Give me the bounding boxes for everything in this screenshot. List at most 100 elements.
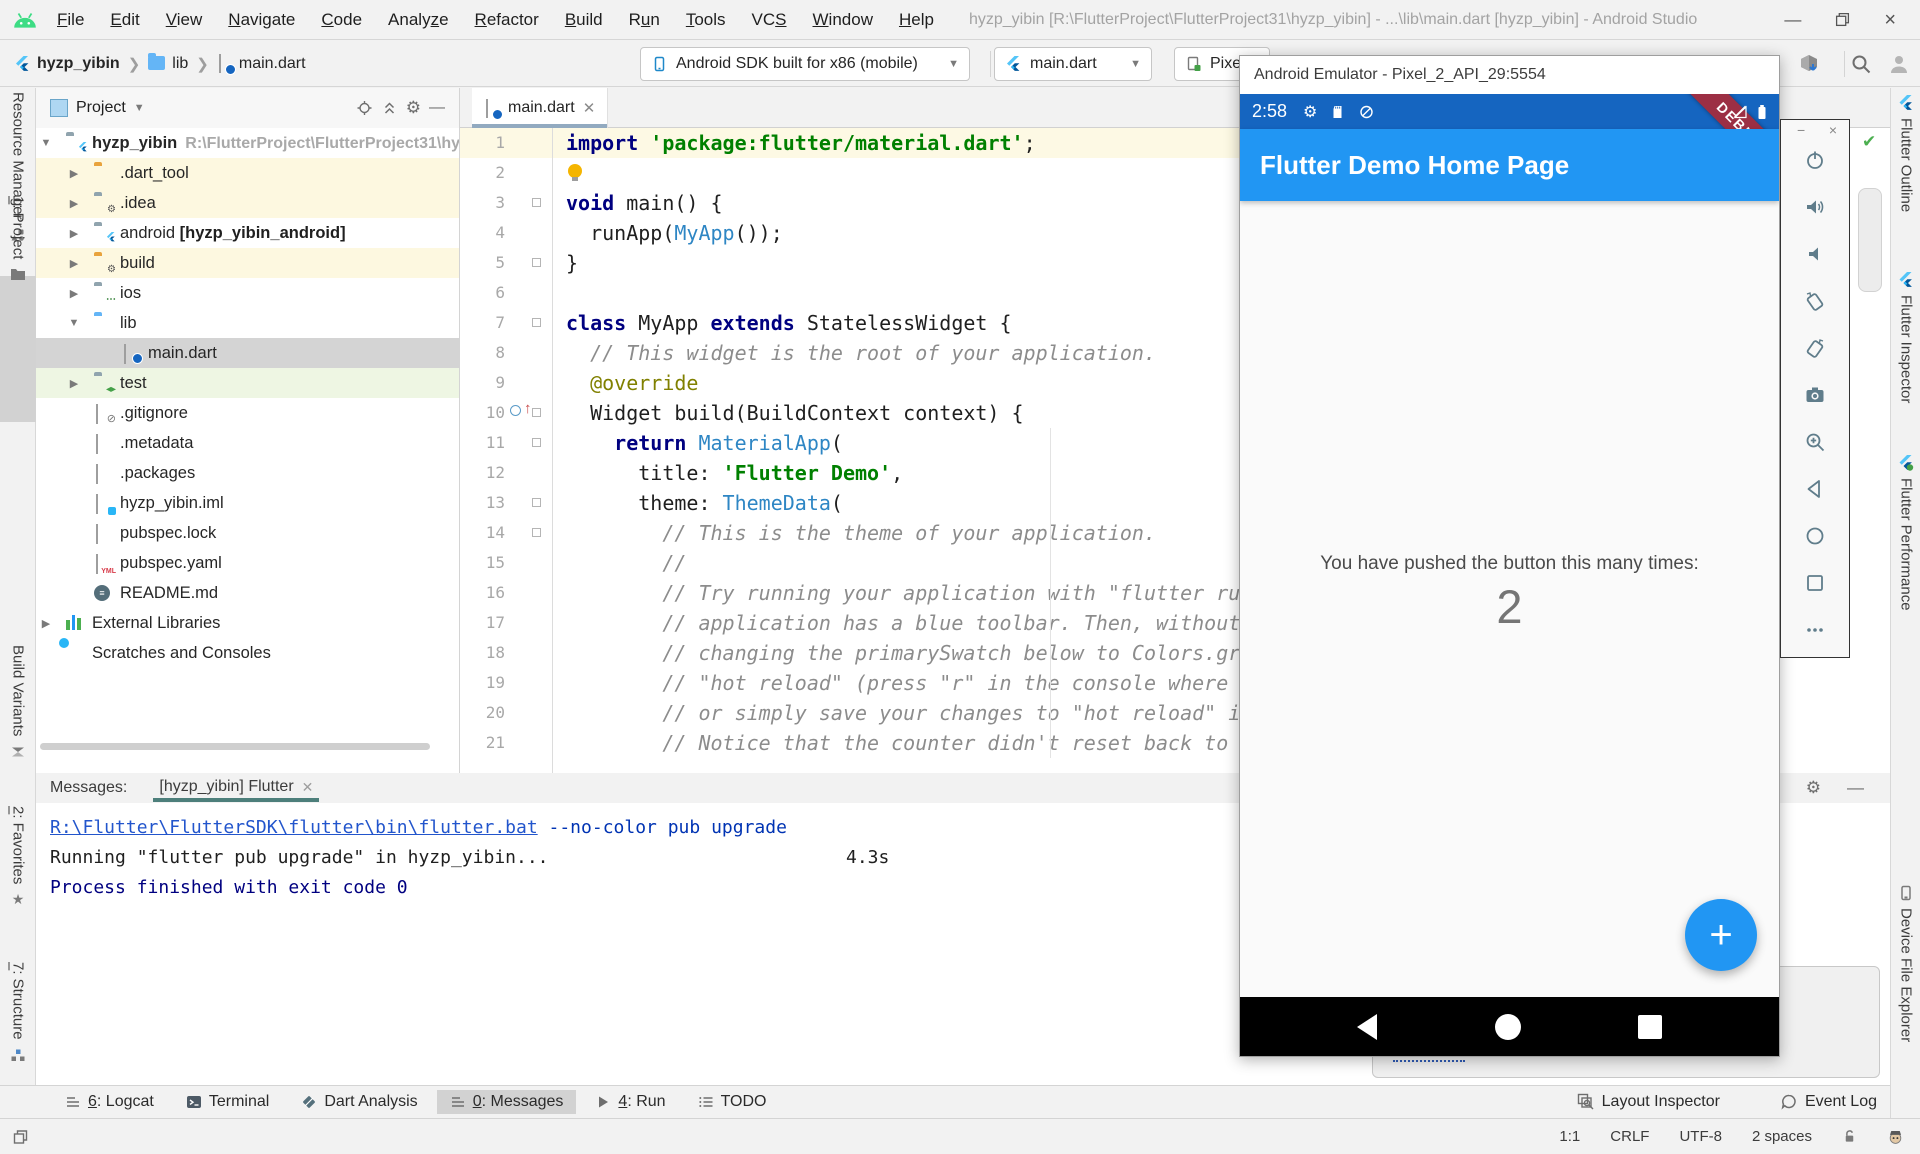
sidebar-item-device-file-explorer[interactable]: Device File Explorer <box>1891 885 1920 1042</box>
sidebar-item-flutter-performance[interactable]: Flutter Performance <box>1891 455 1920 611</box>
menu-analyze[interactable]: Analyze <box>375 6 462 34</box>
breadcrumb-project[interactable]: hyzp_yibin <box>37 55 120 73</box>
fold-marker-icon[interactable] <box>532 258 541 267</box>
emulator-close-icon[interactable]: × <box>1829 122 1837 138</box>
chevron-collapsed-icon[interactable]: ▶ <box>68 377 80 390</box>
status-1-1[interactable]: 1:1 <box>1559 1128 1580 1145</box>
toolwindow-tab-layout-inspector[interactable]: Layout Inspector <box>1564 1090 1733 1114</box>
toolwindow-toggle-icon[interactable] <box>12 1129 29 1145</box>
gear-icon[interactable]: ⚙ <box>1806 778 1821 798</box>
tree-row-hyzp-yibin-iml[interactable]: hyzp_yibin.iml <box>36 488 460 518</box>
toolwindow-tab-dart-analysis[interactable]: Dart Analysis <box>288 1090 430 1114</box>
toolwindow-tab-todo[interactable]: TODO <box>685 1090 780 1114</box>
fold-marker-icon[interactable] <box>532 318 541 327</box>
menu-build[interactable]: Build <box>552 6 616 34</box>
tree-row--metadata[interactable]: .metadata <box>36 428 460 458</box>
chevron-collapsed-icon[interactable]: ▶ <box>68 257 80 270</box>
menu-window[interactable]: Window <box>800 6 886 34</box>
status-2-spaces[interactable]: 2 spaces <box>1752 1128 1812 1145</box>
sdk-manager-icon[interactable] <box>1798 53 1820 75</box>
chevron-collapsed-icon[interactable]: ▶ <box>68 197 80 210</box>
console-link[interactable]: R:\Flutter\FlutterSDK\flutter\bin\flutte… <box>50 817 538 838</box>
tree-row-main-dart[interactable]: main.dart <box>36 338 460 368</box>
tree-row-scratches-and-consoles[interactable]: Scratches and Consoles <box>36 638 460 668</box>
chevron-down-icon[interactable]: ▼ <box>134 102 145 114</box>
tree-row-pubspec-yaml[interactable]: YMLpubspec.yaml <box>36 548 460 578</box>
override-gutter-icon[interactable] <box>510 405 521 416</box>
inspection-ok-icon[interactable]: ✔ <box>1862 132 1876 152</box>
emulator-title-bar[interactable]: Android Emulator - Pixel_2_API_29:5554 <box>1240 56 1779 94</box>
chevron-collapsed-icon[interactable]: ▶ <box>68 287 80 300</box>
horizontal-scrollbar[interactable] <box>40 743 430 750</box>
sidebar-item-flutter-inspector[interactable]: Flutter Inspector <box>1891 272 1920 403</box>
menu-code[interactable]: Code <box>308 6 375 34</box>
emulator-back-icon[interactable] <box>1803 477 1827 501</box>
tree-row-hyzp-yibin[interactable]: ▼hyzp_yibinR:\FlutterProject\FlutterProj… <box>36 128 460 158</box>
emulator-volume-down-icon[interactable] <box>1803 242 1827 266</box>
profile-icon[interactable] <box>1888 53 1910 75</box>
nav-back-button[interactable] <box>1357 1014 1377 1040</box>
editor-tab-main-dart[interactable]: main.dart ✕ <box>472 88 608 128</box>
emulator-overview-icon[interactable] <box>1803 571 1827 595</box>
messages-tab[interactable]: [hyzp_yibin] Flutter ✕ <box>153 778 319 798</box>
chevron-collapsed-icon[interactable]: ▶ <box>68 167 80 180</box>
hide-panel-icon[interactable]: — <box>1847 778 1864 798</box>
editor-scrollbar-thumb[interactable] <box>1858 188 1882 292</box>
nav-overview-button[interactable] <box>1638 1015 1662 1039</box>
menu-tools[interactable]: Tools <box>673 6 739 34</box>
intention-bulb-icon[interactable] <box>568 164 582 178</box>
menu-run[interactable]: Run <box>616 6 673 34</box>
emulator-zoom-icon[interactable] <box>1803 430 1827 454</box>
menu-file[interactable]: File <box>44 6 97 34</box>
unlock-icon[interactable] <box>1842 1129 1857 1144</box>
close-tab-icon[interactable]: ✕ <box>302 779 314 796</box>
menu-refactor[interactable]: Refactor <box>462 6 552 34</box>
chevron-expanded-icon[interactable]: ▼ <box>68 317 80 329</box>
emulator-rotate-left-icon[interactable] <box>1803 289 1827 313</box>
tree-row-external-libraries[interactable]: ▶External Libraries <box>36 608 460 638</box>
tree-row-build[interactable]: ▶⚙build <box>36 248 460 278</box>
emulator-volume-up-icon[interactable] <box>1803 195 1827 219</box>
breadcrumb-file[interactable]: main.dart <box>239 55 306 73</box>
close-button[interactable]: × <box>1884 10 1896 30</box>
fold-marker-icon[interactable] <box>532 408 541 417</box>
menu-vcs[interactable]: VCS <box>739 6 800 34</box>
tree-row-pubspec-lock[interactable]: pubspec.lock <box>36 518 460 548</box>
sidebar-item-2-favorites[interactable]: 2: Favorites★ <box>0 806 36 908</box>
hector-icon[interactable] <box>1887 1128 1904 1145</box>
tree-row-test[interactable]: ▶◂▸test <box>36 368 460 398</box>
tree-row-lib[interactable]: ▼lib <box>36 308 460 338</box>
nav-home-button[interactable] <box>1495 1014 1521 1040</box>
hide-panel-icon[interactable]: — <box>429 99 445 117</box>
sidebar-item-flutter-outline[interactable]: Flutter Outline <box>1891 95 1920 212</box>
sidebar-item-1-project[interactable]: 1: Project <box>0 196 36 282</box>
tree-row--gitignore[interactable]: ⊘.gitignore <box>36 398 460 428</box>
tree-row-readme-md[interactable]: ≡README.md <box>36 578 460 608</box>
emulator-minimize-icon[interactable]: − <box>1797 122 1805 138</box>
chevron-expanded-icon[interactable]: ▼ <box>40 137 52 149</box>
chevron-collapsed-icon[interactable]: ▶ <box>68 227 80 240</box>
fold-marker-icon[interactable] <box>532 498 541 507</box>
fold-marker-icon[interactable] <box>532 528 541 537</box>
fab-increment-button[interactable]: + <box>1685 899 1757 971</box>
emulator-rotate-right-icon[interactable] <box>1803 336 1827 360</box>
fold-marker-icon[interactable] <box>532 438 541 447</box>
toolwindow-tab-terminal[interactable]: Terminal <box>173 1090 282 1114</box>
tree-row--packages[interactable]: .packages <box>36 458 460 488</box>
toolwindow-tab-event-log[interactable]: Event Log <box>1767 1090 1890 1114</box>
toolwindow-tab-4-run[interactable]: 4: Run <box>582 1090 678 1114</box>
emulator-more-icon[interactable] <box>1803 618 1827 642</box>
tree-row--idea[interactable]: ▶⚙.idea <box>36 188 460 218</box>
tree-row--dart-tool[interactable]: ▶.dart_tool <box>36 158 460 188</box>
status-crlf[interactable]: CRLF <box>1610 1128 1649 1145</box>
gear-icon[interactable]: ⚙ <box>406 98 421 118</box>
menu-help[interactable]: Help <box>886 6 947 34</box>
device-selector[interactable]: Android SDK built for x86 (mobile) ▼ <box>640 47 970 81</box>
breadcrumb-lib[interactable]: lib <box>172 55 188 73</box>
sidebar-item-build-variants[interactable]: Build Variants <box>0 645 36 759</box>
minimize-button[interactable]: — <box>1784 11 1801 28</box>
close-tab-icon[interactable]: ✕ <box>583 99 596 117</box>
menu-edit[interactable]: Edit <box>97 6 152 34</box>
locate-icon[interactable] <box>356 100 373 116</box>
emulator-power-icon[interactable] <box>1803 148 1827 172</box>
